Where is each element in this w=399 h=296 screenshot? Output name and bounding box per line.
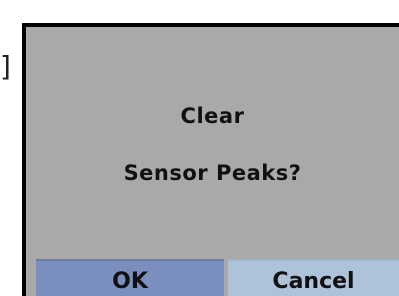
cancel-button-label: Cancel: [272, 269, 355, 294]
background-partial-text: ]: [0, 52, 11, 83]
confirm-dialog: Clear Sensor Peaks? OK Cancel: [22, 23, 399, 296]
cancel-button[interactable]: Cancel: [228, 259, 399, 296]
dialog-message-line1: Clear: [180, 104, 245, 128]
screen: ] Clear Sensor Peaks? OK Cancel: [0, 0, 399, 296]
dialog-message-line2: Sensor Peaks?: [123, 161, 302, 185]
ok-button[interactable]: OK: [36, 259, 224, 296]
ok-button-label: OK: [112, 269, 148, 294]
